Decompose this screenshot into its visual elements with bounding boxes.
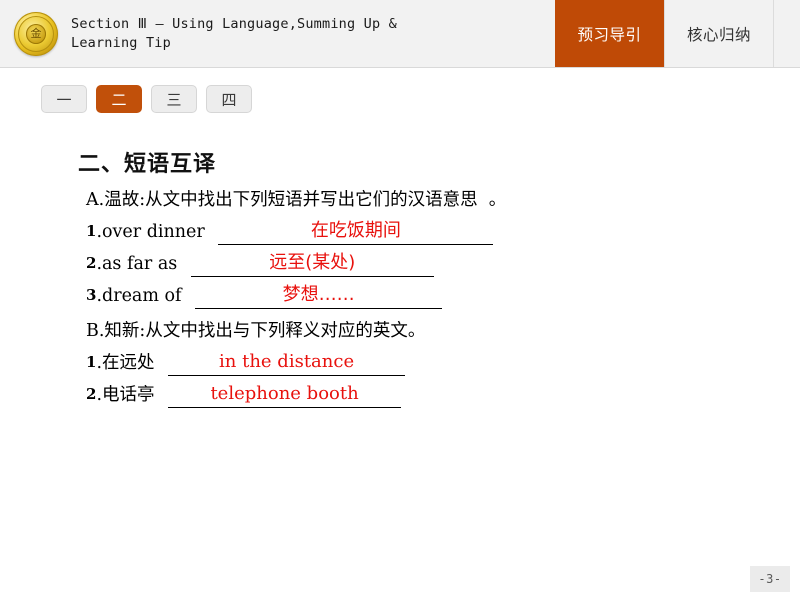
main-content: 二、短语互译 A.温故:从文中找出下列短语并写出它们的汉语意思 。 1 .ove… bbox=[0, 150, 800, 408]
page-title: Section Ⅲ — Using Language,Summing Up & … bbox=[71, 15, 397, 51]
header-tab-preview-guide[interactable]: 预习导引 bbox=[555, 0, 664, 67]
question-label: .over dinner bbox=[96, 222, 211, 242]
question-label: .dream of bbox=[96, 286, 188, 306]
question-number: 2 bbox=[86, 385, 97, 403]
gold-medallion-icon: 金 bbox=[14, 11, 58, 56]
medallion-glyph: 金 bbox=[30, 27, 42, 40]
question-row: 1 .over dinner 在吃饭期间 bbox=[86, 218, 800, 245]
question-number: 2 bbox=[86, 254, 97, 272]
question-label: .电话亭 bbox=[96, 385, 161, 405]
answer-blank[interactable]: 在吃饭期间 bbox=[218, 218, 494, 245]
answer-text: 在吃饭期间 bbox=[310, 220, 401, 241]
header-tab-core-summary[interactable]: 核心归纳 bbox=[664, 0, 773, 67]
subtab-three[interactable]: 三 bbox=[151, 85, 197, 113]
subtab-group: 一 二 三 四 bbox=[41, 85, 252, 113]
question-label: .在远处 bbox=[96, 353, 161, 373]
answer-blank[interactable]: telephone booth bbox=[168, 381, 402, 408]
header-endcap bbox=[773, 0, 800, 67]
answer-text: in the distance bbox=[219, 351, 355, 372]
question-number: 1 bbox=[86, 222, 97, 240]
answer-blank[interactable]: 远至(某处) bbox=[190, 250, 434, 277]
answer-text: telephone booth bbox=[210, 383, 359, 404]
header-tab-group: 预习导引 核心归纳 bbox=[555, 0, 773, 67]
page-number-badge: -3- bbox=[750, 566, 790, 592]
answer-text: 远至(某处) bbox=[269, 252, 356, 273]
part-a-prompt: A.温故:从文中找出下列短语并写出它们的汉语意思 。 bbox=[86, 190, 507, 210]
question-row: 1 .在远处 in the distance bbox=[86, 349, 800, 376]
answer-blank[interactable]: 梦想…… bbox=[195, 282, 443, 309]
page-header: 金 Section Ⅲ — Using Language,Summing Up … bbox=[0, 0, 800, 68]
question-row: 2 .电话亭 telephone booth bbox=[86, 381, 800, 408]
section-heading: 二、短语互译 bbox=[78, 152, 217, 177]
header-left-group: 金 Section Ⅲ — Using Language,Summing Up … bbox=[0, 0, 555, 67]
subtab-two[interactable]: 二 bbox=[96, 85, 142, 113]
part-b-prompt: B.知新:从文中找出与下列释义对应的英文。 bbox=[86, 321, 426, 341]
question-number: 1 bbox=[86, 353, 97, 371]
question-row: 2 .as far as 远至(某处) bbox=[86, 250, 800, 277]
answer-text: 梦想…… bbox=[282, 284, 355, 305]
subtab-four[interactable]: 四 bbox=[206, 85, 252, 113]
question-row: 3 .dream of 梦想…… bbox=[86, 282, 800, 309]
answer-blank[interactable]: in the distance bbox=[168, 349, 406, 376]
question-number: 3 bbox=[86, 286, 97, 304]
subtab-one[interactable]: 一 bbox=[41, 85, 87, 113]
question-label: .as far as bbox=[96, 254, 183, 274]
